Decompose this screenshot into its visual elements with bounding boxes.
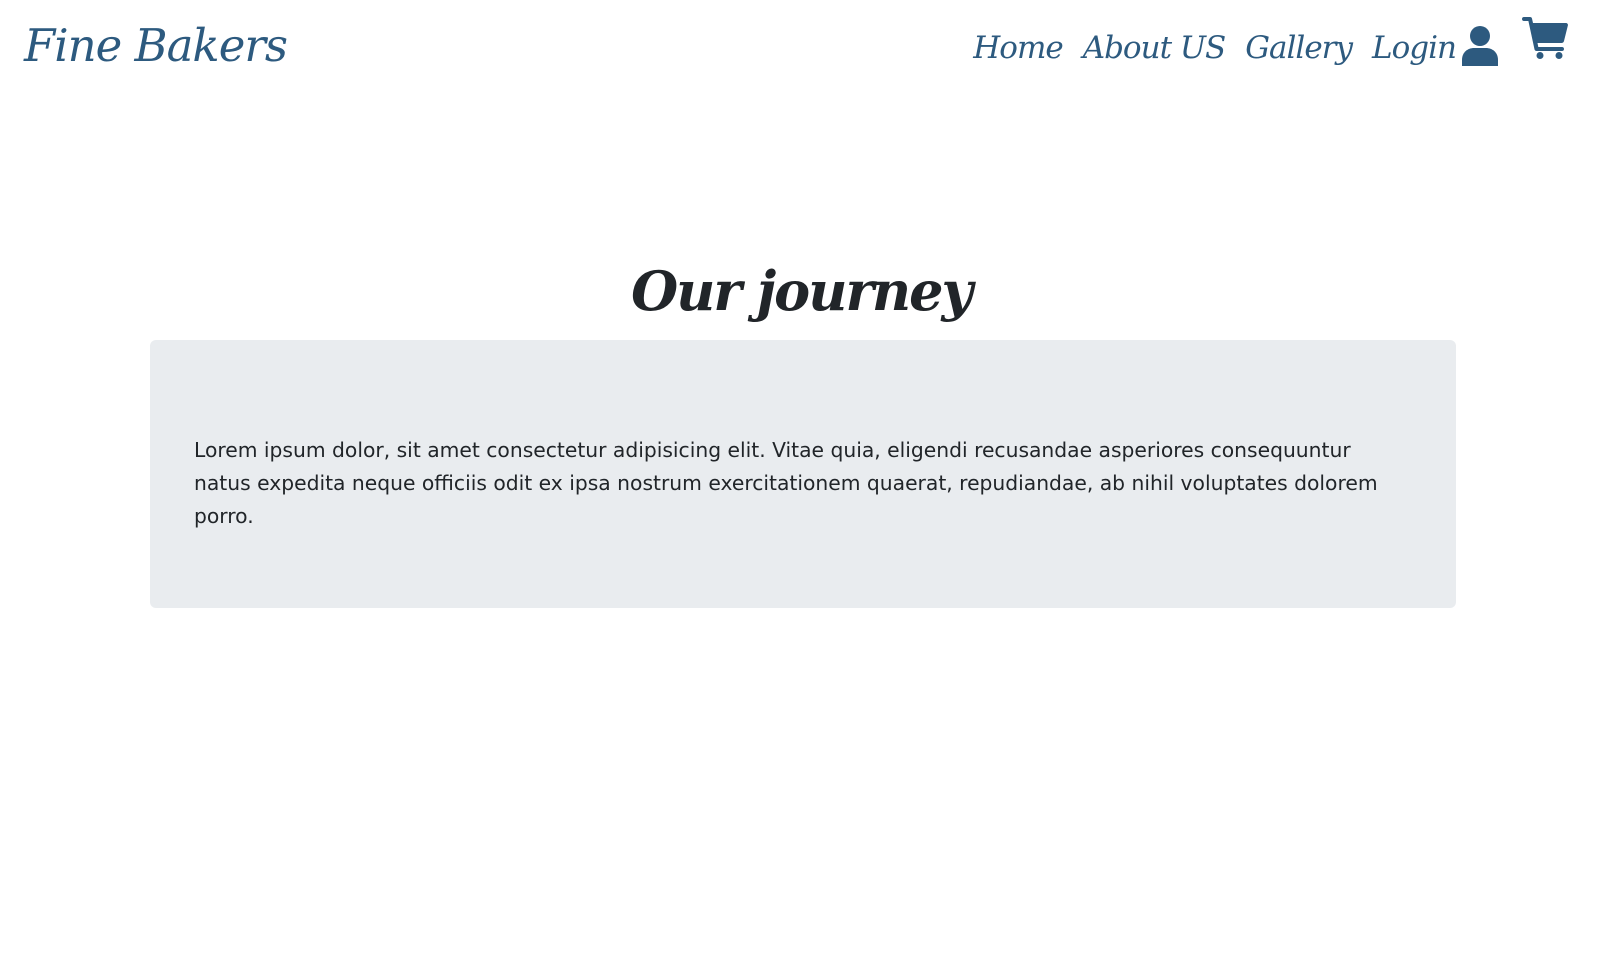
- shopping-cart-icon[interactable]: [1522, 16, 1602, 64]
- nav-links: Home About US Gallery Login: [973, 0, 1602, 96]
- user-icon[interactable]: [1462, 25, 1522, 71]
- navbar: Fine Bakers Home About US Gallery Login: [0, 0, 1602, 96]
- nav-gallery-link[interactable]: Gallery: [1245, 30, 1353, 66]
- nav-home-link[interactable]: Home: [973, 30, 1063, 66]
- brand-logo-link[interactable]: Fine Bakers: [24, 14, 288, 78]
- page-title: Our journey: [631, 259, 973, 323]
- journey-description: Lorem ipsum dolor, sit amet consectetur …: [194, 438, 1378, 528]
- nav-about-link[interactable]: About US: [1083, 30, 1227, 66]
- nav-login-link[interactable]: Login: [1372, 30, 1457, 66]
- journey-panel: Lorem ipsum dolor, sit amet consectetur …: [150, 340, 1456, 608]
